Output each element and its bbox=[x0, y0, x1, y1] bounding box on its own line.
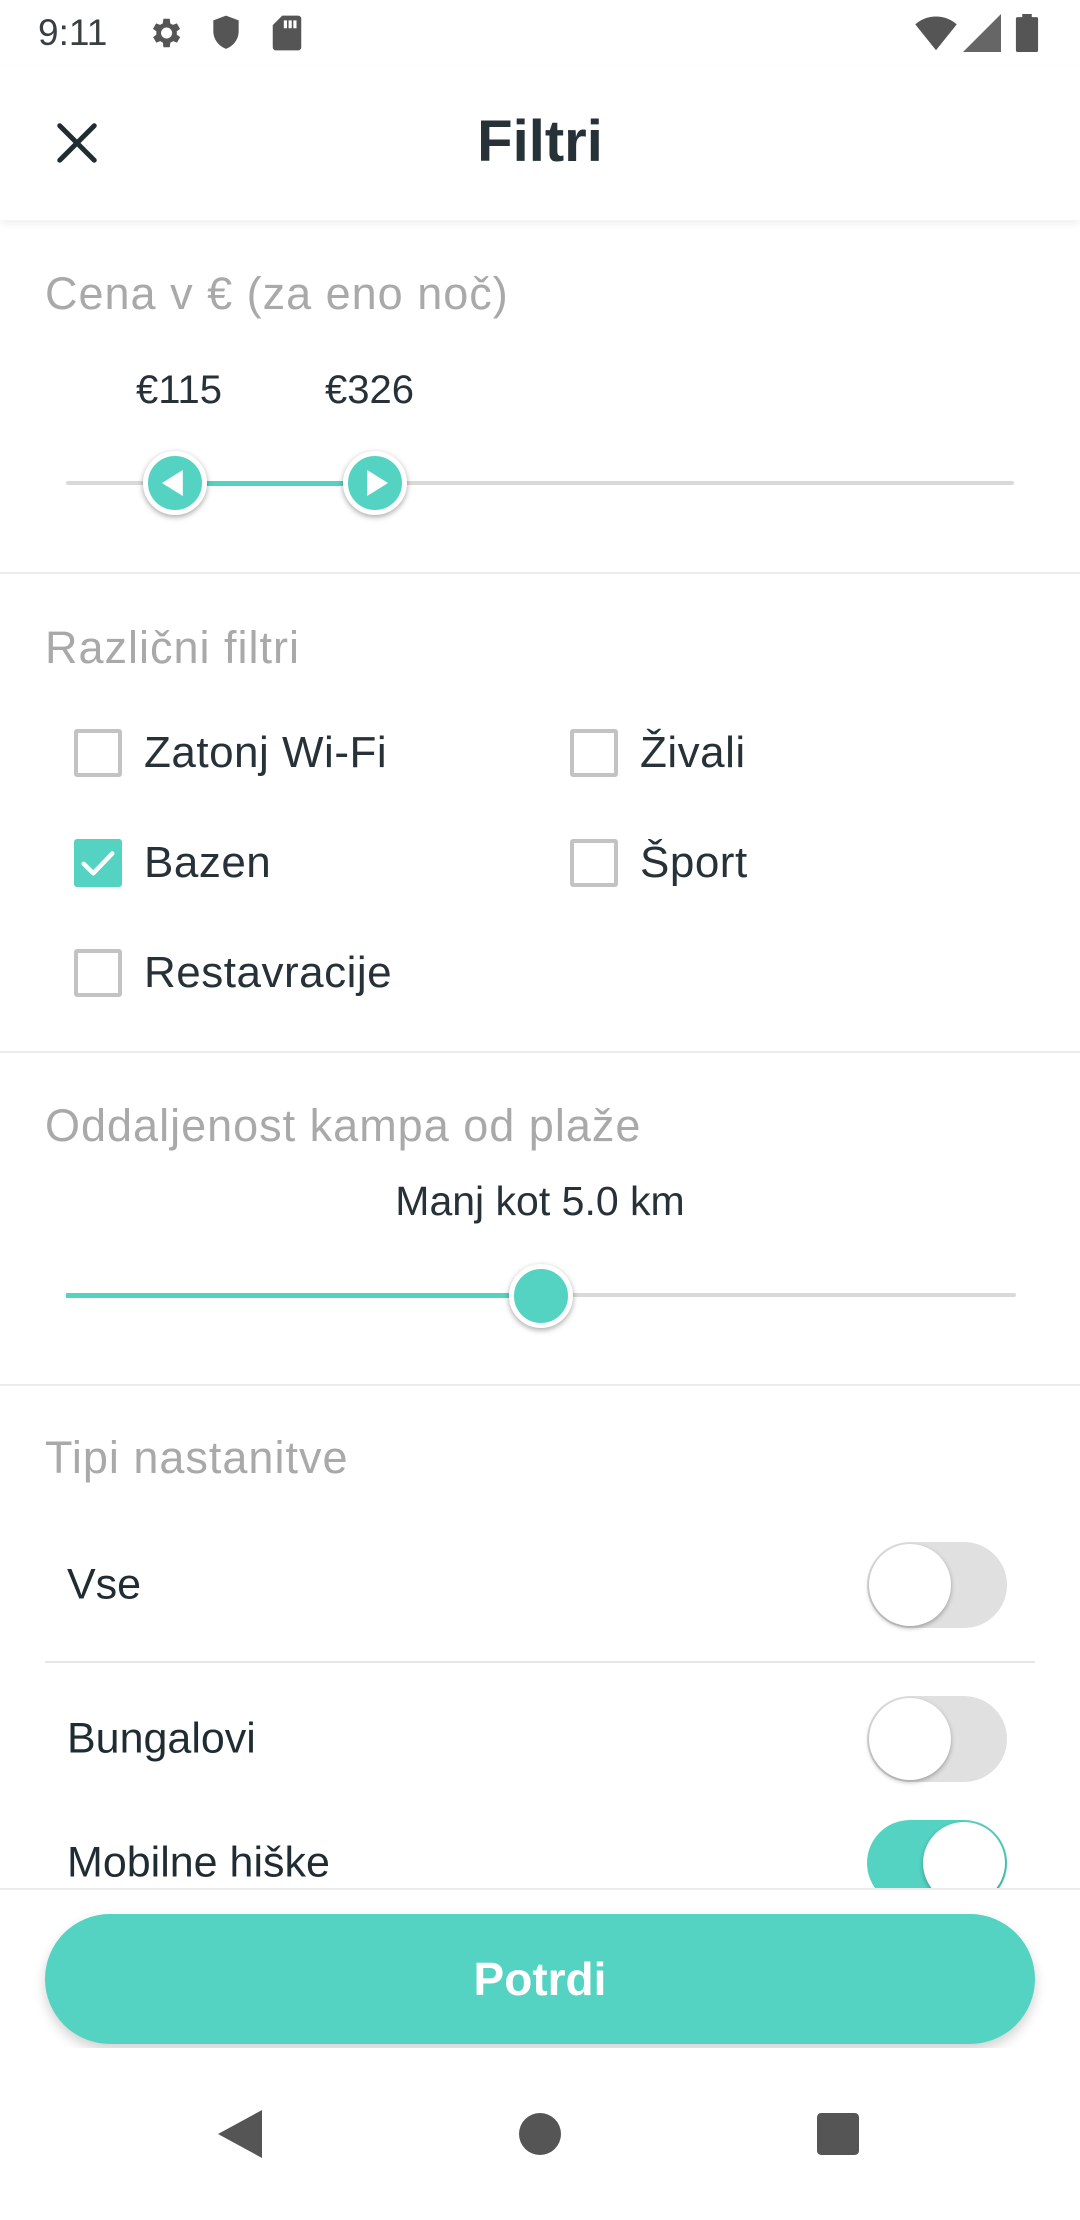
sd-card-icon bbox=[272, 14, 302, 57]
price-min-thumb[interactable] bbox=[143, 451, 208, 515]
price-max-thumb[interactable] bbox=[343, 451, 408, 515]
filter-animals-label: Živali bbox=[640, 728, 746, 777]
filter-restaurants-label: Restavracije bbox=[144, 948, 393, 997]
toggle-switch-all[interactable] bbox=[867, 1542, 1007, 1628]
status-time: 9:11 bbox=[38, 12, 108, 53]
row-divider bbox=[45, 1661, 1035, 1663]
nav-home-button[interactable] bbox=[470, 2048, 610, 2220]
divider bbox=[0, 1384, 1080, 1386]
bottom-action-area: Potrdi bbox=[0, 1888, 1080, 2048]
check-icon bbox=[81, 851, 115, 876]
filter-sport-label: Šport bbox=[640, 838, 748, 887]
toggle-label-all: Vse bbox=[67, 1560, 142, 1609]
distance-thumb[interactable] bbox=[509, 1264, 573, 1328]
filter-animals[interactable]: Živali bbox=[570, 718, 746, 788]
nav-recents-button[interactable] bbox=[768, 2048, 908, 2220]
switch-knob bbox=[869, 1544, 951, 1626]
toggle-row-all[interactable]: Vse bbox=[45, 1510, 1035, 1660]
system-nav-bar bbox=[0, 2048, 1080, 2220]
filter-pool-label: Bazen bbox=[144, 838, 272, 887]
wifi-icon bbox=[915, 14, 957, 57]
page-title: Filtri bbox=[477, 109, 603, 174]
recents-square-icon bbox=[817, 2113, 859, 2155]
price-min-label: €115 bbox=[136, 368, 223, 412]
checkbox-wifi[interactable] bbox=[74, 729, 122, 777]
signal-icon bbox=[963, 14, 1001, 57]
status-bar: 9:11 bbox=[0, 0, 1080, 66]
checkbox-animals[interactable] bbox=[570, 729, 618, 777]
toggle-switch-mobile-homes[interactable] bbox=[867, 1820, 1007, 1888]
distance-slider-fill bbox=[66, 1293, 541, 1298]
distance-heading: Oddaljenost kampa od plaže bbox=[45, 1100, 642, 1151]
distance-value-label: Manj kot 5.0 km bbox=[395, 1178, 685, 1224]
shield-icon bbox=[209, 14, 243, 57]
battery-icon bbox=[1015, 14, 1039, 57]
divider bbox=[0, 1051, 1080, 1053]
price-max-label: €326 bbox=[325, 368, 414, 412]
arrow-left-icon bbox=[162, 470, 183, 496]
checkbox-pool[interactable] bbox=[74, 839, 122, 887]
filter-sport[interactable]: Šport bbox=[570, 828, 748, 898]
filter-restaurants[interactable]: Restavracije bbox=[74, 938, 392, 1008]
top-bar: Filtri bbox=[0, 66, 1080, 220]
filter-wifi[interactable]: Zatonj Wi-Fi bbox=[74, 718, 387, 788]
checkbox-restaurants[interactable] bbox=[74, 949, 122, 997]
toggle-label-mobile-homes: Mobilne hiške bbox=[67, 1838, 330, 1887]
switch-knob bbox=[869, 1698, 951, 1780]
back-triangle-icon bbox=[218, 2110, 262, 2158]
nav-back-button[interactable] bbox=[170, 2048, 310, 2220]
switch-knob bbox=[923, 1822, 1005, 1888]
confirm-button[interactable]: Potrdi bbox=[45, 1914, 1035, 2044]
filters-heading: Različni filtri bbox=[45, 622, 301, 673]
price-heading: Cena v € (za eno noč) bbox=[45, 268, 509, 319]
scroll-clip: Mobilne hiške bbox=[0, 1770, 1080, 1888]
filter-pool[interactable]: Bazen bbox=[74, 828, 271, 898]
home-circle-icon bbox=[519, 2113, 561, 2155]
divider bbox=[0, 572, 1080, 574]
filter-wifi-label: Zatonj Wi-Fi bbox=[144, 728, 388, 777]
accommodation-heading: Tipi nastanitve bbox=[45, 1432, 349, 1483]
arrow-right-icon bbox=[367, 470, 389, 496]
toggle-label-bungalows: Bungalovi bbox=[67, 1714, 256, 1763]
gear-icon bbox=[146, 14, 184, 57]
checkbox-sport[interactable] bbox=[570, 839, 618, 887]
toggle-row-mobile-homes[interactable]: Mobilne hiške bbox=[45, 1788, 1035, 1888]
